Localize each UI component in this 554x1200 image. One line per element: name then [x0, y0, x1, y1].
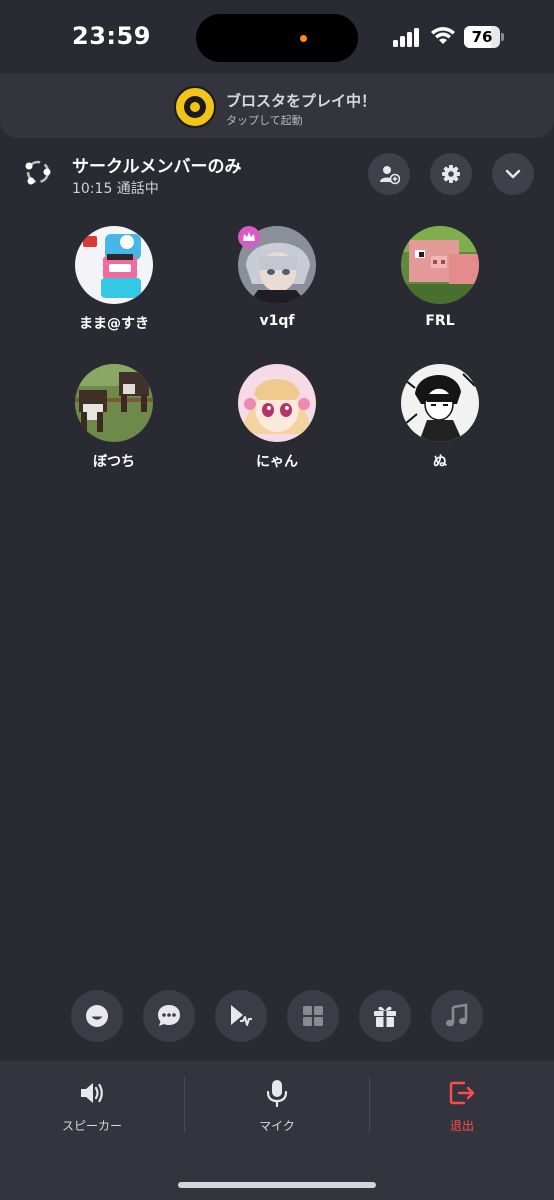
speaker-label: スピーカー [61, 1119, 122, 1133]
avatar [75, 364, 153, 442]
avatar [238, 364, 316, 442]
now-playing-banner[interactable]: ブロスタをプレイ中！ タップして起動 [0, 74, 554, 138]
member-tile[interactable]: FRL [385, 226, 495, 346]
grid-icon [303, 1006, 323, 1026]
cellular-signal-icon [393, 27, 423, 47]
member-name: まま@すき [79, 316, 149, 332]
circle-share-icon[interactable] [22, 156, 54, 188]
chat-button[interactable] [143, 990, 195, 1042]
host-crown-icon [238, 226, 260, 248]
chat-icon [158, 1005, 180, 1026]
game-skull-icon [174, 86, 216, 128]
avatar [401, 364, 479, 442]
speaker-icon [81, 1083, 103, 1103]
member-name: v1qf [259, 313, 295, 329]
smile-icon [86, 1005, 108, 1027]
battery-level: 76 [471, 28, 493, 46]
home-indicator[interactable] [178, 1182, 376, 1188]
microphone-icon [266, 1080, 288, 1107]
battery-icon: 76 [464, 26, 504, 48]
avatar [401, 226, 479, 304]
divider [184, 1077, 185, 1133]
avatar [75, 226, 153, 304]
member-tile[interactable]: まま@すき [59, 226, 169, 346]
add-member-button[interactable] [368, 153, 410, 195]
member-name: FRL [425, 313, 455, 329]
speaker-button[interactable]: スピーカー [12, 1079, 172, 1139]
music-button[interactable] [431, 990, 483, 1042]
member-tile[interactable]: v1qf [222, 226, 332, 346]
recording-dot [300, 35, 307, 42]
apps-button[interactable] [287, 990, 339, 1042]
member-tile[interactable]: ぬ [385, 364, 495, 484]
bottom-controls: スピーカー マイク 退出 [0, 1061, 554, 1200]
chevron-down-icon [505, 169, 521, 179]
mic-label: マイク [259, 1119, 295, 1133]
member-name: ぼつち [93, 454, 135, 470]
banner-subtitle: タップして起動 [226, 114, 303, 127]
gift-icon [374, 1006, 396, 1027]
dynamic-island [196, 14, 358, 62]
member-tile[interactable]: ぼつち [59, 364, 169, 484]
gear-icon [442, 165, 460, 183]
collapse-button[interactable] [492, 153, 534, 195]
room-title: サークルメンバーのみ [72, 157, 242, 177]
mic-button[interactable]: マイク [197, 1079, 357, 1139]
member-name: ぬ [433, 454, 447, 470]
member-name: にゃん [256, 454, 298, 470]
add-member-icon [380, 166, 400, 185]
voice-effect-button[interactable] [215, 990, 267, 1042]
call-duration: 10:15 通話中 [72, 181, 159, 197]
leave-label: 退出 [449, 1119, 474, 1133]
gift-button[interactable] [359, 990, 411, 1042]
status-time: 23:59 [72, 22, 151, 50]
wifi-icon [431, 27, 455, 44]
settings-button[interactable] [430, 153, 472, 195]
voice-effect-icon [231, 1005, 252, 1026]
status-bar: 23:59 76 [0, 0, 554, 74]
reaction-button[interactable] [71, 990, 123, 1042]
exit-icon [449, 1081, 475, 1105]
banner-title: ブロスタをプレイ中！ [226, 92, 377, 110]
leave-button[interactable]: 退出 [382, 1079, 542, 1139]
music-icon [446, 1003, 468, 1027]
divider [369, 1077, 370, 1133]
member-tile[interactable]: にゃん [222, 364, 332, 484]
